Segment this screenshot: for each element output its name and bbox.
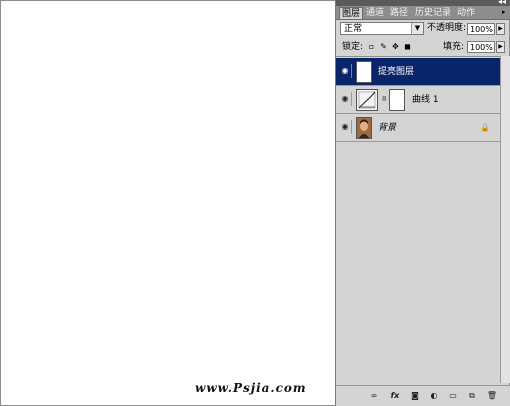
- blend-mode-select[interactable]: 正常 ▼: [340, 22, 424, 35]
- layer-list: ◉ 提亮图层 ◉ 8 曲线 1 ◉ 背景 🔒: [336, 56, 500, 384]
- layer-name: 曲线 1: [412, 95, 439, 105]
- new-group-icon[interactable]: ▭: [447, 391, 459, 401]
- lock-move-icon[interactable]: ✥: [391, 42, 400, 51]
- layer-style-icon[interactable]: fx: [389, 391, 401, 401]
- lock-fill-row: 锁定: ▫ ✎ ✥ ◼ 填充: 100% ▶: [340, 41, 508, 55]
- layer-mask-thumbnail[interactable]: [389, 89, 405, 111]
- link-layers-icon[interactable]: ∞: [368, 391, 380, 401]
- opacity-input[interactable]: 100%: [467, 23, 495, 35]
- fill-label: 填充:: [443, 42, 465, 52]
- lock-transparent-icon[interactable]: ▫: [367, 42, 376, 51]
- padlock-icon: 🔒: [480, 123, 490, 132]
- eye-icon[interactable]: ◉: [339, 92, 352, 106]
- background-thumbnail: [356, 117, 372, 139]
- panel-bottom-toolbar: ∞ fx ◙ ◐ ▭ ⧉ 🗑: [336, 385, 510, 406]
- layers-panel: ◂◂ 图层 通道 路径 历史记录 动作 ▸ 正常 ▼ 不透明度: 100% ▶ …: [335, 0, 510, 406]
- fill-slider-button[interactable]: ▶: [496, 41, 505, 53]
- document-canvas[interactable]: [1, 1, 334, 404]
- tab-history[interactable]: 历史记录: [413, 7, 453, 19]
- new-layer-icon[interactable]: ⧉: [466, 391, 478, 401]
- curves-adjustment-icon: [356, 89, 378, 111]
- tab-actions[interactable]: 动作: [455, 7, 477, 19]
- chevron-down-icon[interactable]: ▼: [411, 23, 423, 34]
- lock-label: 锁定:: [342, 42, 364, 52]
- watermark: www.Psjia.com: [195, 381, 307, 395]
- layer-row-brighten[interactable]: ◉ 提亮图层: [336, 58, 500, 86]
- panel-menu-arrow-icon[interactable]: ▸: [502, 8, 508, 16]
- adjustment-layer-icon[interactable]: ◐: [428, 391, 440, 401]
- lock-all-icon[interactable]: ◼: [403, 42, 412, 51]
- blend-mode-value: 正常: [344, 24, 363, 34]
- tab-layers[interactable]: 图层: [339, 7, 364, 19]
- fill-input[interactable]: 100%: [467, 41, 495, 53]
- layer-name: 提亮图层: [378, 67, 415, 77]
- chain-link-icon[interactable]: 8: [382, 95, 387, 104]
- tab-paths[interactable]: 路径: [388, 7, 410, 19]
- eye-icon[interactable]: ◉: [339, 120, 352, 134]
- tab-channels[interactable]: 通道: [364, 7, 386, 19]
- blend-opacity-row: 正常 ▼ 不透明度: 100% ▶: [340, 22, 508, 37]
- opacity-slider-button[interactable]: ▶: [496, 23, 505, 35]
- eye-icon[interactable]: ◉: [339, 64, 352, 78]
- lock-brush-icon[interactable]: ✎: [379, 42, 388, 51]
- opacity-label: 不透明度:: [427, 23, 467, 33]
- layer-name: 背景: [378, 123, 397, 133]
- panel-tabs: 图层 通道 路径 历史记录 动作 ▸: [336, 6, 510, 20]
- add-mask-icon[interactable]: ◙: [409, 391, 421, 401]
- delete-icon[interactable]: 🗑: [486, 391, 498, 401]
- layer-row-curves[interactable]: ◉ 8 曲线 1: [336, 86, 500, 114]
- layer-list-scrollbar[interactable]: [500, 56, 510, 383]
- layer-thumbnail: [356, 61, 372, 83]
- layer-row-background[interactable]: ◉ 背景 🔒: [336, 114, 500, 142]
